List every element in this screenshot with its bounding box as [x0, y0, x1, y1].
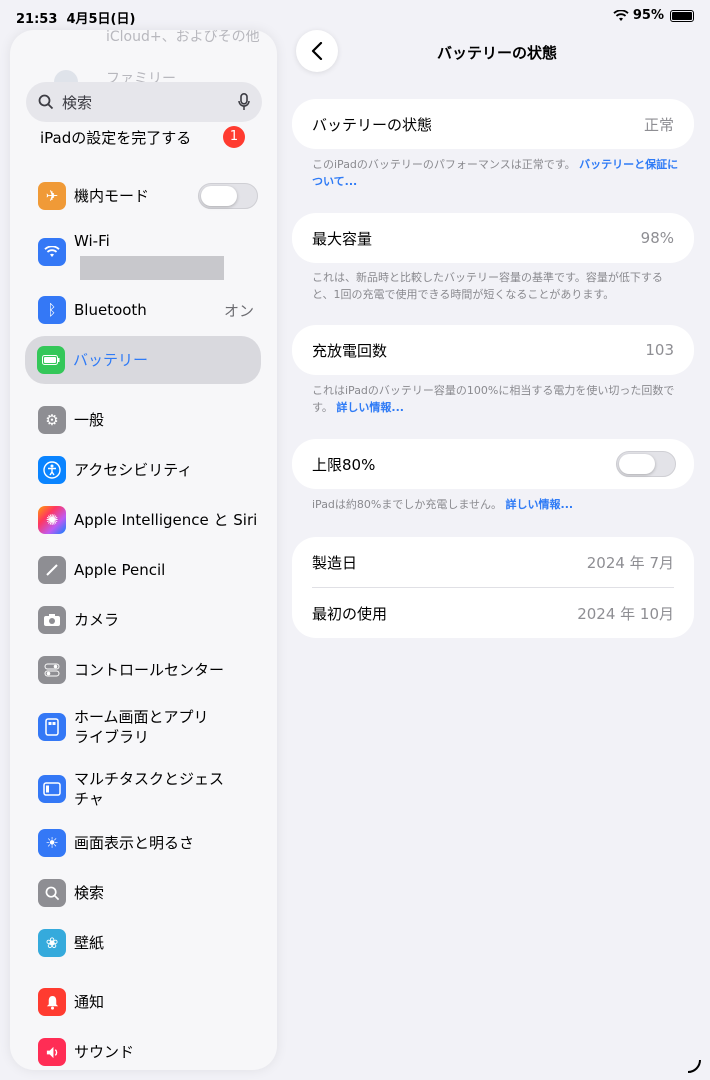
- battery-health-card: バッテリーの状態 正常: [292, 99, 694, 149]
- page-title: バッテリーの状態: [436, 44, 557, 62]
- max-capacity-value: 98%: [640, 229, 674, 247]
- first-use-value: 2024 年 10月: [577, 604, 674, 623]
- multitask-label-1: マルチタスクとジェス: [74, 770, 225, 788]
- status-bar: 21:53 4月5日(日) 95%: [0, 0, 710, 30]
- multitask-label-2: チャ: [74, 790, 104, 808]
- bluetooth-icon: ᛒ: [38, 296, 66, 324]
- search-icon: [38, 879, 66, 907]
- sidebar-item-display[interactable]: ☀ 画面表示と明るさ: [26, 823, 262, 863]
- airplane-icon: ✈: [38, 182, 66, 210]
- sidebar-item-notifications[interactable]: 通知: [26, 982, 262, 1022]
- max-capacity-note: これは、新品時と比較したバッテリー容量の基準です。容量が低下すると、1回の充電で…: [312, 271, 663, 301]
- charge-limit-label: 上限80%: [312, 455, 376, 474]
- sidebar-item-control-center[interactable]: コントロールセンター: [26, 650, 262, 690]
- sidebar-item-accessibility[interactable]: アクセシビリティ: [26, 450, 262, 490]
- battery-health-value: 正常: [643, 115, 674, 134]
- first-use-row: 最初の使用 2024 年 10月: [292, 588, 694, 638]
- sidebar-item-airplane[interactable]: ✈ 機内モード: [26, 176, 262, 216]
- camera-icon: [38, 606, 66, 634]
- cycle-count-row: 充放電回数 103: [292, 325, 694, 375]
- bluetooth-status: オン: [223, 301, 254, 320]
- sidebar-item-apple-pencil[interactable]: Apple Pencil: [26, 550, 262, 590]
- manufacture-date-value: 2024 年 7月: [586, 553, 674, 572]
- siri-icon: ✺: [38, 506, 66, 534]
- battery-dates-card: 製造日 2024 年 7月 最初の使用 2024 年 10月: [292, 537, 694, 638]
- limit-more-info-link[interactable]: 詳しい情報...: [506, 498, 574, 511]
- charge-limit-toggle[interactable]: [616, 451, 676, 477]
- battery-icon: [37, 346, 65, 374]
- home-screen-label-1: ホーム画面とアプリ: [74, 708, 209, 726]
- resize-corner-icon: [687, 1059, 701, 1073]
- battery-status-icon: [670, 9, 694, 22]
- sidebar-item-apple-intelligence[interactable]: ✺ Apple Intelligence と Siri: [26, 500, 262, 540]
- sidebar-item-multitasking[interactable]: マルチタスクとジェス チャ: [26, 766, 262, 812]
- battery-percent: 95%: [632, 8, 664, 23]
- wifi-icon: [38, 238, 66, 266]
- search-field[interactable]: 検索: [26, 82, 262, 122]
- cycle-more-info-link[interactable]: 詳しい情報...: [336, 401, 404, 414]
- battery-health-row[interactable]: バッテリーの状態 正常: [292, 99, 694, 149]
- accessibility-icon: [38, 456, 66, 484]
- status-right: 95%: [613, 8, 694, 23]
- sidebar-item-general[interactable]: ⚙ 一般: [26, 400, 262, 440]
- battery-health-note: このiPadのバッテリーのパフォーマンスは正常です。 バッテリーと保証について.…: [312, 158, 679, 188]
- toggles-icon: [38, 656, 66, 684]
- max-capacity-card: 最大容量 98%: [292, 213, 694, 263]
- search-icon: [38, 94, 54, 110]
- microphone-icon[interactable]: [238, 93, 250, 111]
- cycle-count-label: 充放電回数: [312, 341, 388, 360]
- first-use-label: 最初の使用: [312, 604, 388, 623]
- cycle-count-value: 103: [645, 341, 674, 359]
- settings-sidebar: iCloud+、およびその他 ファミリー 検索 iPadの設定を完了する 1 ✈…: [10, 30, 277, 1070]
- setup-ipad-row[interactable]: iPadの設定を完了する: [40, 127, 191, 148]
- speaker-icon: [38, 1038, 66, 1066]
- home-screen-label-2: ライブラリ: [74, 728, 150, 746]
- home-screen-icon: [38, 713, 66, 741]
- multitask-icon: [38, 775, 66, 803]
- sidebar-item-home-screen[interactable]: ホーム画面とアプリ ライブラリ: [26, 704, 262, 750]
- airplane-toggle[interactable]: [198, 183, 258, 209]
- sidebar-item-battery[interactable]: バッテリー: [25, 336, 261, 384]
- flower-icon: ❀: [38, 929, 66, 957]
- search-placeholder: 検索: [62, 93, 93, 112]
- max-capacity-label: 最大容量: [312, 229, 373, 248]
- max-capacity-row: 最大容量 98%: [292, 213, 694, 263]
- charge-limit-card: 上限80%: [292, 439, 694, 489]
- cycle-count-card: 充放電回数 103: [292, 325, 694, 375]
- sidebar-item-wallpaper[interactable]: ❀ 壁紙: [26, 923, 262, 963]
- sidebar-item-bluetooth[interactable]: ᛒ Bluetooth オン: [26, 290, 262, 330]
- sidebar-item-search[interactable]: 検索: [26, 873, 262, 913]
- battery-health-label: バッテリーの状態: [312, 115, 433, 134]
- charge-limit-note: iPadは約80%までしか充電しません。 詳しい情報...: [312, 498, 574, 511]
- gear-icon: ⚙: [38, 406, 66, 434]
- wifi-network-redacted: [80, 256, 224, 280]
- status-time: 21:53 4月5日(日): [16, 12, 136, 27]
- pencil-icon: [38, 556, 66, 584]
- manufacture-date-label: 製造日: [312, 553, 358, 572]
- sidebar-item-sounds[interactable]: サウンド: [26, 1032, 262, 1070]
- sidebar-ghost-icloud: iCloud+、およびその他: [106, 30, 260, 45]
- wifi-status-icon: [613, 9, 629, 21]
- setup-badge: 1: [223, 126, 245, 148]
- cycle-count-note: これはiPadのバッテリー容量の100%に相当する電力を使い切った回数です。 詳…: [312, 384, 675, 414]
- sun-icon: ☀: [38, 829, 66, 857]
- manufacture-date-row: 製造日 2024 年 7月: [292, 537, 694, 587]
- sidebar-item-camera[interactable]: カメラ: [26, 600, 262, 640]
- bell-icon: [38, 988, 66, 1016]
